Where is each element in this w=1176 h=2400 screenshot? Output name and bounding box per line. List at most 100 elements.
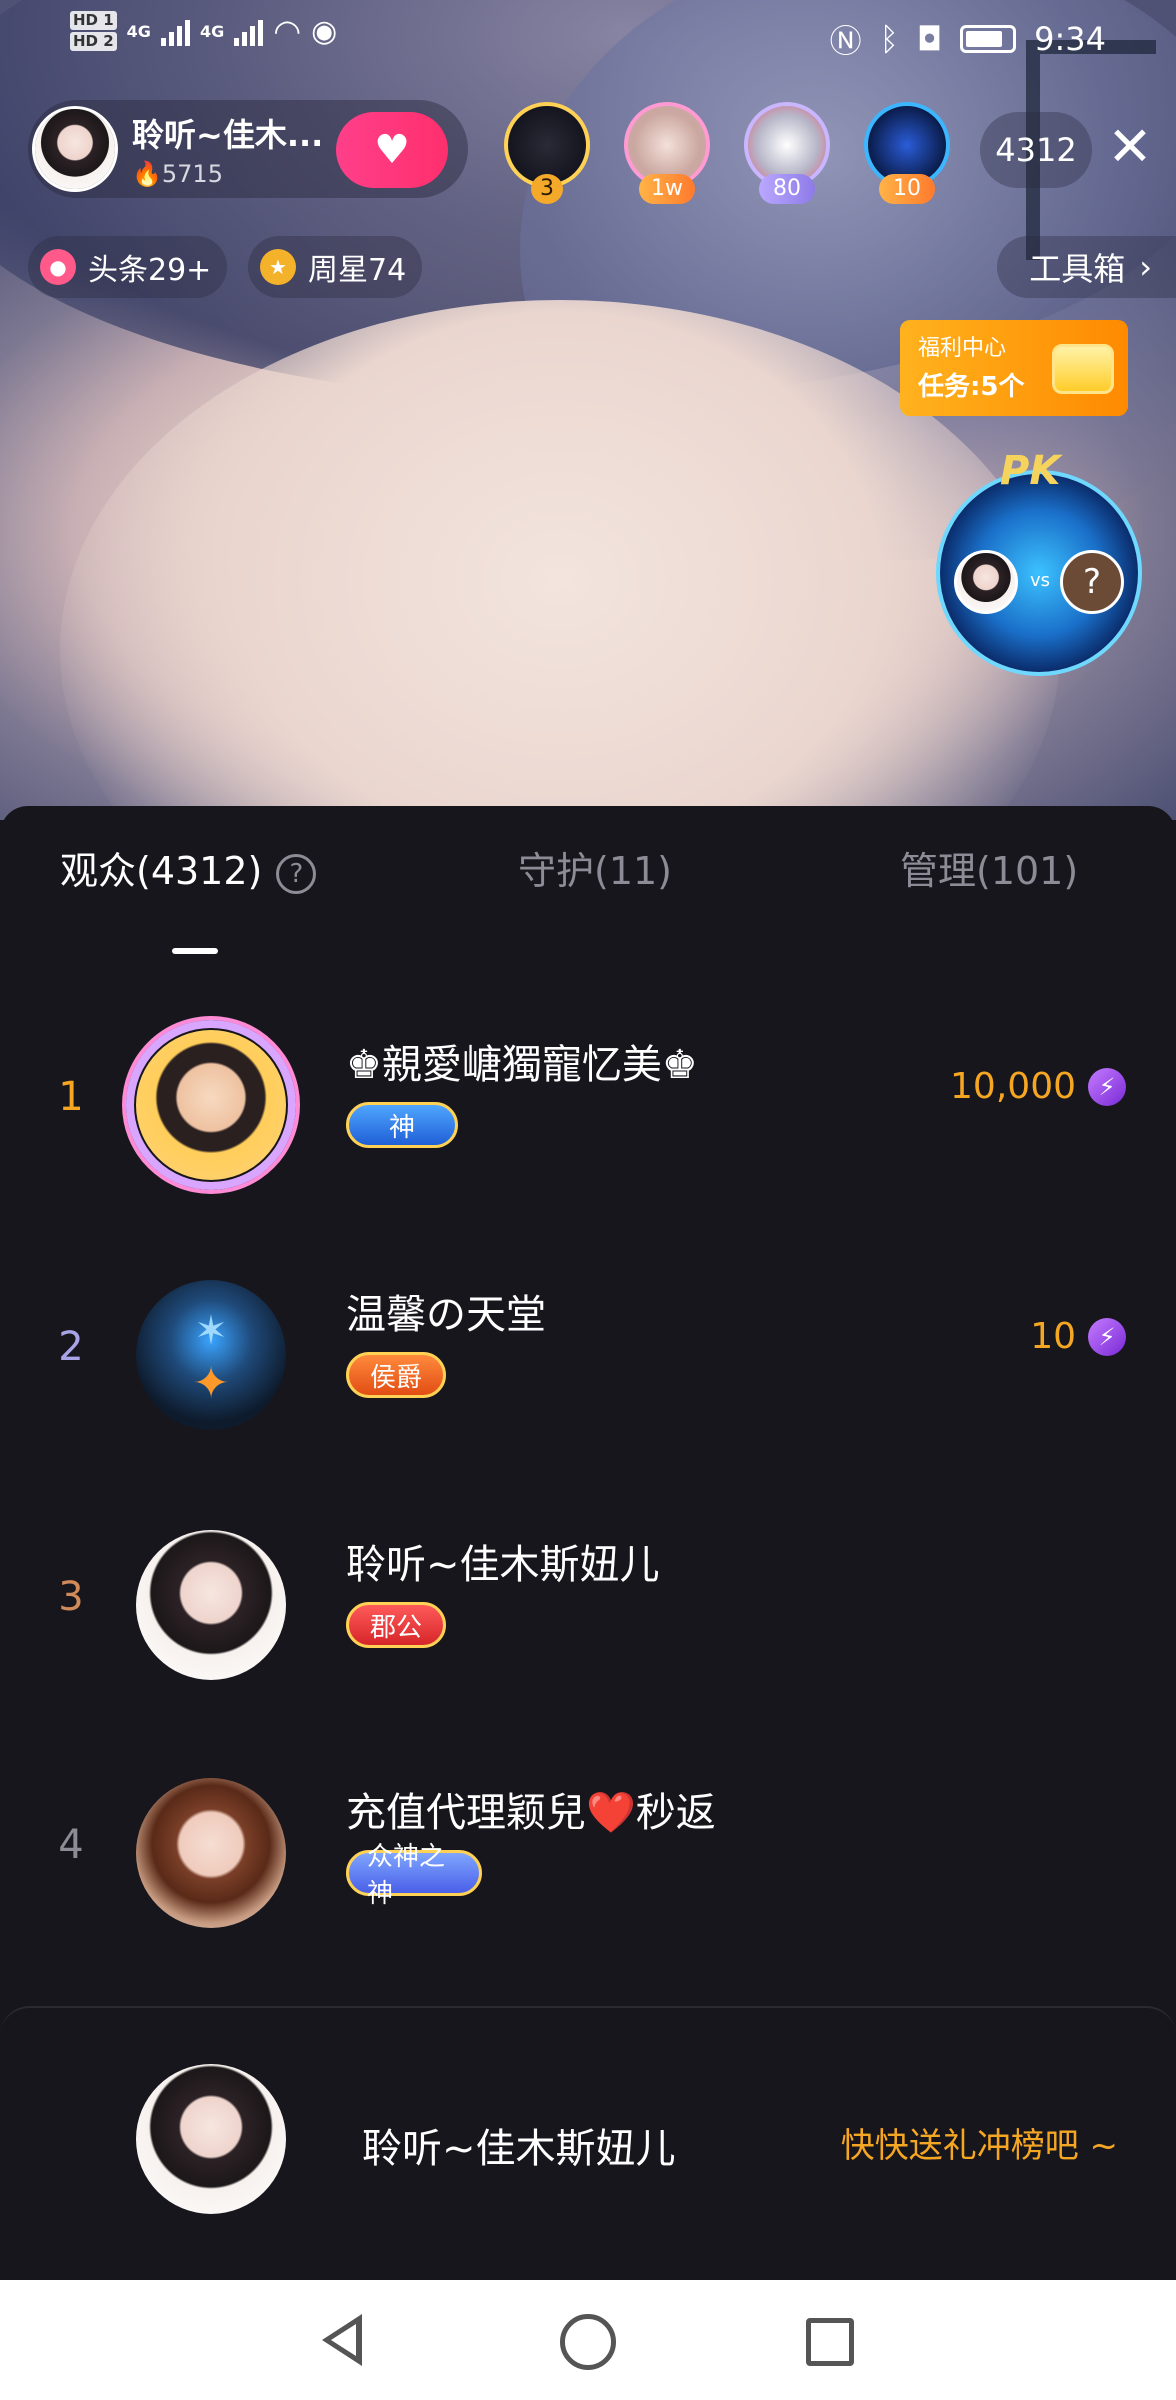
net2-label: 4G — [199, 21, 225, 41]
tab-admin[interactable]: 管理(101) — [900, 840, 1078, 895]
pk-host-avatar — [954, 550, 1018, 614]
viewer-name: ♚親愛嵣獨寵忆美♚ — [346, 1042, 698, 1088]
tab-guard[interactable]: 守护(11) — [518, 840, 672, 895]
my-name: 聆听~佳木斯妞儿 — [362, 2126, 676, 2172]
host-avatar[interactable] — [32, 106, 118, 192]
ranking-row[interactable]: 3 聆听~佳木斯妞儿 郡公 — [0, 1466, 1176, 1716]
star-icon: ★ — [260, 249, 296, 285]
contributor-badge-label: 3 — [531, 174, 563, 204]
headline-label: 头条29+ — [88, 253, 212, 288]
host-info: 聆听~佳木... 🔥5715 — [132, 110, 322, 188]
ranking-row[interactable]: 4 充值代理颖兒❤️秒返 众神之神 — [0, 1714, 1176, 1964]
my-ranking-bar[interactable]: 聆听~佳木斯妞儿 快快送礼冲榜吧 ~ — [0, 2006, 1176, 2280]
viewer-avatar-image — [136, 1030, 286, 1180]
contributor-badge-1[interactable]: 3 — [500, 102, 594, 204]
tab-audience[interactable]: 观众(4312)? — [60, 840, 317, 895]
top-contributors: 3 1w 80 10 — [500, 102, 954, 204]
headline-chip[interactable]: ● 头条29+ — [28, 236, 228, 298]
viewer-name: 聆听~佳木斯妞儿 — [346, 1542, 660, 1588]
rank-number: 1 — [58, 1074, 84, 1120]
viewer-name: 温馨の天堂 — [346, 1292, 546, 1338]
viewer-name: 充值代理颖兒❤️秒返 — [346, 1790, 716, 1836]
pk-vs-label: vs — [1030, 570, 1051, 591]
host-name: 聆听~佳木... — [132, 116, 322, 154]
pk-label: PK — [1000, 448, 1061, 494]
recents-icon[interactable] — [806, 2318, 854, 2366]
rank-number: 2 — [58, 1324, 84, 1370]
close-icon[interactable]: ✕ — [1100, 118, 1160, 178]
viewer-avatar[interactable] — [126, 1020, 296, 1190]
rank-badge: 神 — [346, 1102, 458, 1148]
treasure-chest-icon — [1052, 344, 1114, 394]
chevron-right-icon: › — [1139, 248, 1152, 286]
heart-plus-icon: ♥ — [374, 127, 410, 173]
host-fans-count: 5715 — [161, 160, 223, 188]
fire-emblem-icon: ✦ — [192, 1358, 230, 1409]
status-bar: HD 1 HD 2 4G 4G ◠ ◉ Ⓝ ᛒ ◘ 9:34 — [0, 0, 1176, 70]
my-avatar[interactable] — [136, 2064, 286, 2214]
rank-badge: 郡公 — [346, 1602, 446, 1648]
system-nav-bar — [0, 2280, 1176, 2400]
rank-number: 4 — [58, 1822, 84, 1868]
welfare-center-button[interactable]: 福利中心 任务:5个 — [900, 320, 1128, 416]
back-icon[interactable] — [318, 2314, 374, 2370]
wifi-icon: ◠ — [273, 12, 302, 50]
viewer-avatar[interactable]: ✶ ✦ — [136, 1280, 286, 1430]
signal-icon — [160, 16, 190, 46]
viewer-count[interactable]: 4312 — [980, 112, 1092, 188]
signal-icon-2 — [234, 16, 264, 46]
contributor-badge-3[interactable]: 80 — [740, 102, 834, 204]
rank-number: 3 — [58, 1574, 84, 1620]
pk-widget[interactable]: vs ? — [936, 470, 1142, 676]
nfc-icon: Ⓝ — [829, 22, 862, 60]
ranking-row[interactable]: 1 ♚親愛嵣獨寵忆美♚ 神 10,000 ⚡ — [0, 966, 1176, 1216]
status-right: Ⓝ ᛒ ◘ 9:34 — [830, 16, 1106, 62]
ranking-row[interactable]: 2 ✶ ✦ 温馨の天堂 侯爵 10 ⚡ — [0, 1216, 1176, 1466]
battery-icon — [960, 25, 1017, 53]
contribution-score: 10,000 ⚡ — [950, 1066, 1126, 1107]
home-icon[interactable] — [560, 2314, 616, 2370]
contributor-badge-label: 1w — [639, 174, 695, 204]
toolbox-label: 工具箱 — [1029, 250, 1126, 288]
bluetooth-icon: ᛒ — [879, 20, 899, 58]
contributor-badge-label: 80 — [759, 174, 815, 204]
lightning-icon: ⚡ — [1088, 1067, 1126, 1106]
pk-opponent-avatar: ? — [1060, 550, 1124, 614]
viewer-avatar-image — [136, 1530, 286, 1680]
contributor-badge-2[interactable]: 1w — [620, 102, 714, 204]
host-fans: 🔥5715 — [132, 160, 322, 188]
help-icon[interactable]: ? — [276, 853, 317, 894]
flame-icon: ● — [40, 249, 76, 285]
tab-admin-label: 管理(101) — [900, 849, 1079, 893]
wings-emblem-icon: ✶ — [194, 1308, 228, 1354]
contributor-badge-4[interactable]: 10 — [860, 102, 954, 204]
follow-button[interactable]: ♥ — [336, 112, 448, 188]
tab-audience-label: 观众(4312) — [60, 849, 263, 893]
status-left: HD 1 HD 2 4G 4G ◠ ◉ — [70, 10, 337, 52]
contributor-badge-label: 10 — [879, 174, 935, 204]
fire-icon: 🔥 — [132, 160, 162, 188]
score-value: 10,000 — [950, 1066, 1076, 1107]
camera-icon: ◘ — [916, 20, 943, 58]
contribution-score: 10 ⚡ — [1030, 1316, 1126, 1357]
clock: 9:34 — [1034, 20, 1106, 58]
audience-tabs: 观众(4312)? 守护(11) 管理(101) — [0, 840, 1176, 954]
net1-label: 4G — [126, 21, 151, 41]
toolbox-button[interactable]: 工具箱 › — [997, 236, 1176, 298]
viewer-avatar[interactable] — [136, 1530, 286, 1680]
score-value: 10 — [1030, 1316, 1076, 1357]
sim-indicator: HD 1 HD 2 — [70, 10, 117, 52]
weekly-star-label: 周星74 — [308, 253, 407, 288]
viewer-avatar-image: ✶ ✦ — [136, 1280, 286, 1430]
tab-guard-label: 守护(11) — [518, 849, 673, 893]
rank-badge: 侯爵 — [346, 1352, 446, 1398]
eye-icon: ◉ — [311, 13, 338, 49]
lightning-icon: ⚡ — [1088, 1317, 1126, 1356]
weekly-star-chip[interactable]: ★ 周星74 — [248, 236, 423, 298]
active-tab-indicator — [172, 948, 218, 954]
viewer-avatar[interactable] — [136, 1778, 286, 1928]
gift-cta-link[interactable]: 快快送礼冲榜吧 ~ — [841, 2118, 1118, 2167]
rank-badge: 众神之神 — [346, 1842, 482, 1909]
viewer-avatar-image — [136, 1778, 286, 1928]
sim2-label: HD 2 — [70, 32, 117, 51]
